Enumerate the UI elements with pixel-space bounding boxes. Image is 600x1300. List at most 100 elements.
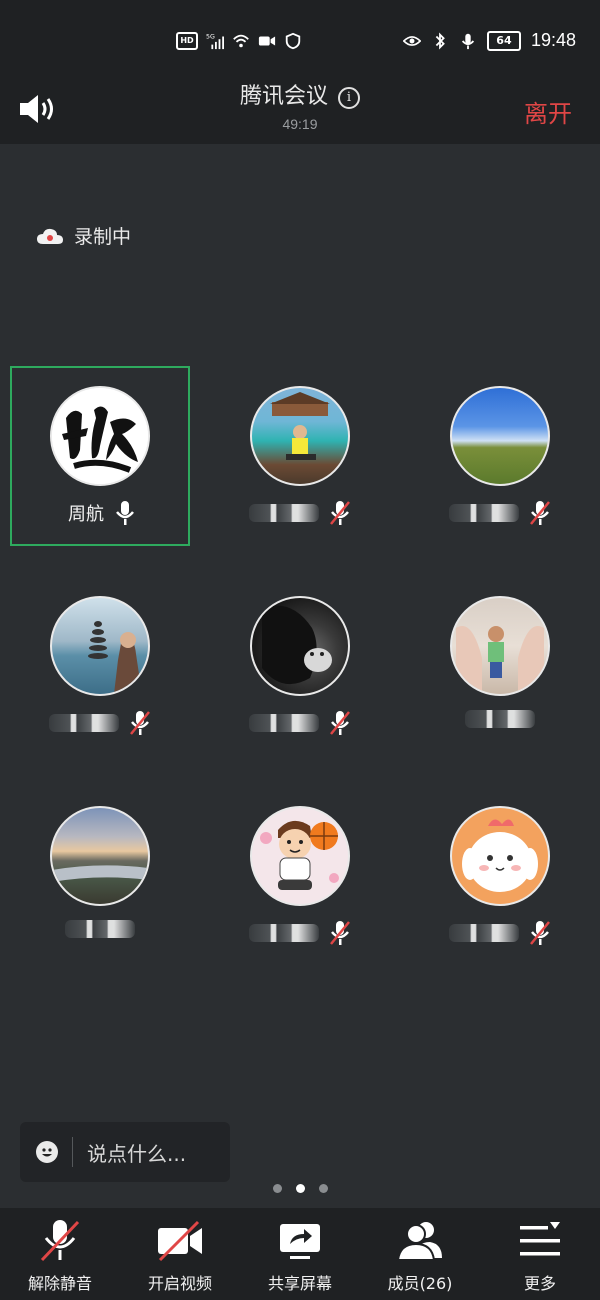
svg-text:5G: 5G — [206, 33, 215, 40]
unmute-button[interactable]: 解除静音 — [5, 1208, 115, 1300]
status-time: 19:48 — [530, 30, 576, 50]
bluetooth-icon — [435, 32, 445, 49]
mic-on-icon — [116, 501, 134, 525]
cartoon-avatar-art — [260, 820, 339, 890]
mic-muted-icon — [530, 501, 550, 525]
page-dot-3[interactable] — [318, 1184, 328, 1193]
page-dot-2-current[interactable] — [295, 1184, 305, 1193]
wifi-icon — [233, 34, 249, 48]
share-screen-label: 共享屏幕 — [267, 1274, 332, 1293]
avatar — [450, 806, 550, 906]
participant-tile[interactable] — [210, 786, 390, 966]
avatar — [50, 806, 150, 906]
mic-muted-icon — [40, 1220, 80, 1262]
battery-indicator: 64 — [486, 30, 521, 51]
redacted-name — [465, 710, 535, 728]
meeting-title: 腾讯会议 — [239, 84, 328, 109]
mic-muted-icon — [130, 711, 150, 735]
redacted-name — [249, 714, 319, 732]
start-video-label: 开启视频 — [147, 1274, 212, 1293]
status-bar: HD 5G 64 19:48 — [0, 0, 600, 80]
participant-tile[interactable] — [10, 786, 190, 966]
participant-tile[interactable] — [10, 576, 190, 756]
share-screen-icon — [280, 1224, 320, 1259]
recording-label: 录制中 — [74, 226, 132, 248]
cloud-icon — [37, 228, 63, 244]
members-label: 成员(26) — [387, 1274, 453, 1293]
more-label: 更多 — [523, 1274, 556, 1293]
participant-name-row — [410, 710, 590, 728]
camera-status-icon — [258, 36, 276, 46]
photo-avatar-art — [456, 626, 544, 694]
redacted-name — [65, 920, 135, 938]
avatar — [250, 806, 350, 906]
share-screen-button[interactable]: 共享屏幕 — [245, 1208, 355, 1300]
leave-button[interactable]: 离开 — [524, 94, 572, 129]
avatar — [450, 596, 550, 696]
recording-indicator[interactable]: 录制中 — [36, 222, 131, 249]
members-button[interactable]: 成员(26) — [365, 1208, 475, 1300]
redacted-name — [449, 924, 519, 942]
participant-name-row: 周航 — [12, 500, 192, 526]
participant-name-row — [210, 500, 390, 526]
photo-avatar-art — [88, 621, 142, 694]
chat-divider — [72, 1137, 73, 1167]
meeting-duration: 49:19 — [282, 116, 318, 132]
participant-tile[interactable] — [210, 576, 390, 756]
participant-tile[interactable] — [210, 366, 390, 546]
video-off-icon — [158, 1220, 202, 1262]
shield-icon — [285, 32, 301, 50]
photo-avatar-art — [270, 392, 330, 460]
emoji-icon[interactable] — [36, 1141, 58, 1163]
chat-input[interactable]: 说点什么... — [20, 1122, 230, 1182]
eye-icon — [402, 35, 421, 46]
avatar — [50, 386, 150, 486]
photo-avatar-art — [262, 605, 332, 685]
hd-badge: HD — [176, 32, 198, 50]
unmute-label: 解除静音 — [27, 1274, 92, 1293]
bottom-toolbar: 解除静音 开启视频 共享屏幕 成员(26) 更多 — [0, 1208, 600, 1300]
calligraphy-avatar-art — [52, 388, 148, 484]
participant-name-row — [210, 710, 390, 736]
mic-muted-icon — [330, 501, 350, 525]
start-video-button[interactable]: 开启视频 — [125, 1208, 235, 1300]
emoji-face-art — [42, 1148, 52, 1157]
status-icons-left: HD 5G — [176, 32, 302, 50]
info-icon[interactable]: i — [338, 87, 360, 109]
participant-tile-active[interactable]: 周航 — [10, 366, 190, 546]
participant-name: 周航 — [68, 504, 104, 525]
mic-muted-icon — [530, 921, 550, 945]
participant-name-row — [210, 920, 390, 946]
participant-tile[interactable] — [410, 786, 590, 966]
avatar — [250, 386, 350, 486]
mic-muted-icon — [330, 711, 350, 735]
more-menu-icon — [520, 1222, 560, 1256]
cartoon-avatar-art — [462, 819, 538, 892]
status-icons-right: 64 19:48 — [402, 30, 576, 51]
participant-tile[interactable] — [410, 366, 590, 546]
participant-tile[interactable] — [410, 576, 590, 756]
signal-icon: 5G — [206, 33, 224, 50]
redacted-name — [449, 504, 519, 522]
mic-status-icon — [461, 33, 475, 49]
photo-avatar-art — [52, 865, 148, 882]
redacted-name — [49, 714, 119, 732]
meeting-header: 腾讯会议 i 49:19 离开 — [0, 80, 600, 144]
more-button[interactable]: 更多 — [485, 1208, 595, 1300]
chat-placeholder: 说点什么... — [87, 1141, 187, 1166]
redacted-name — [249, 504, 319, 522]
participant-name-row — [410, 500, 590, 526]
members-icon — [396, 1222, 442, 1261]
mic-muted-icon — [330, 921, 350, 945]
participant-name-row — [410, 920, 590, 946]
avatar — [450, 386, 550, 486]
redacted-name — [249, 924, 319, 942]
avatar — [50, 596, 150, 696]
page-indicator[interactable] — [0, 1184, 600, 1193]
avatar — [250, 596, 350, 696]
participant-name-row — [10, 710, 190, 736]
title-area: 腾讯会议 i 49:19 — [0, 80, 600, 132]
participant-name-row — [10, 920, 190, 938]
page-dot-1[interactable] — [272, 1184, 282, 1193]
meeting-title-row[interactable]: 腾讯会议 i — [0, 80, 600, 114]
